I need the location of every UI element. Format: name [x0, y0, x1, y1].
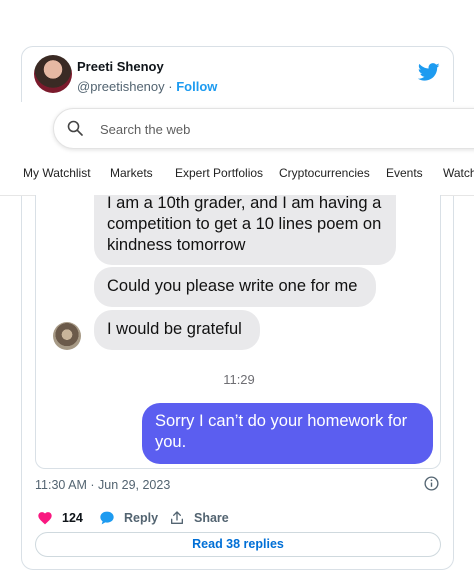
tweet-media-chat-screenshot[interactable]: I am a 10th grader, and I am having a co… [35, 195, 441, 469]
chat-timestamp: 11:29 [223, 372, 255, 387]
nav-item-watchlist-cut[interactable]: Watche [443, 166, 474, 180]
tweet-header: Preeti Shenoy @preetishenoy · Follow [34, 55, 444, 100]
nav-item-cryptocurrencies[interactable]: Cryptocurrencies [279, 166, 370, 180]
browser-nav-bar: My Watchlist Markets Expert Portfolios C… [0, 164, 474, 186]
separator-dot: · [168, 79, 173, 94]
share-button[interactable]: Share [169, 508, 229, 528]
reply-label: Reply [124, 511, 159, 525]
read-replies-button[interactable]: Read 38 replies [35, 532, 441, 557]
tweet-actions: 124 Reply Share [35, 508, 435, 528]
browser-toolbar-overlay: My Watchlist Markets Expert Portfolios C… [0, 102, 474, 196]
heart-icon [38, 512, 52, 525]
author-name[interactable]: Preeti Shenoy [77, 59, 164, 74]
incoming-message-bubble: I would be grateful [94, 310, 260, 350]
search-icon [67, 120, 83, 136]
like-button[interactable]: 124 [37, 508, 83, 528]
tweet-timestamp[interactable]: 11:30 AM · Jun 29, 2023 [35, 478, 170, 492]
search-input[interactable] [98, 117, 402, 141]
incoming-message-bubble: Could you please write one for me [94, 267, 376, 307]
nav-item-markets[interactable]: Markets [110, 166, 153, 180]
nav-item-my-watchlist[interactable]: My Watchlist [23, 166, 91, 180]
follow-link[interactable]: Follow [176, 79, 217, 94]
incoming-message-bubble: I am a 10th grader, and I am having a co… [94, 195, 396, 265]
reply-bubble-icon [100, 511, 114, 525]
twitter-bird-icon[interactable] [418, 61, 440, 83]
contact-avatar [53, 322, 81, 350]
author-handle-row: @preetishenoy · Follow [77, 79, 217, 94]
reply-button[interactable]: Reply [99, 508, 158, 528]
info-icon[interactable] [424, 476, 439, 491]
nav-item-expert-portfolios[interactable]: Expert Portfolios [175, 166, 263, 180]
nav-item-events[interactable]: Events [386, 166, 423, 180]
share-label: Share [194, 511, 229, 525]
like-count: 124 [62, 511, 83, 525]
web-search-box[interactable] [53, 108, 474, 149]
author-handle[interactable]: @preetishenoy [77, 79, 165, 94]
author-avatar[interactable] [34, 55, 72, 93]
outgoing-message-bubble: Sorry I can’t do your homework for you. [142, 403, 433, 464]
share-upload-icon [171, 511, 183, 524]
